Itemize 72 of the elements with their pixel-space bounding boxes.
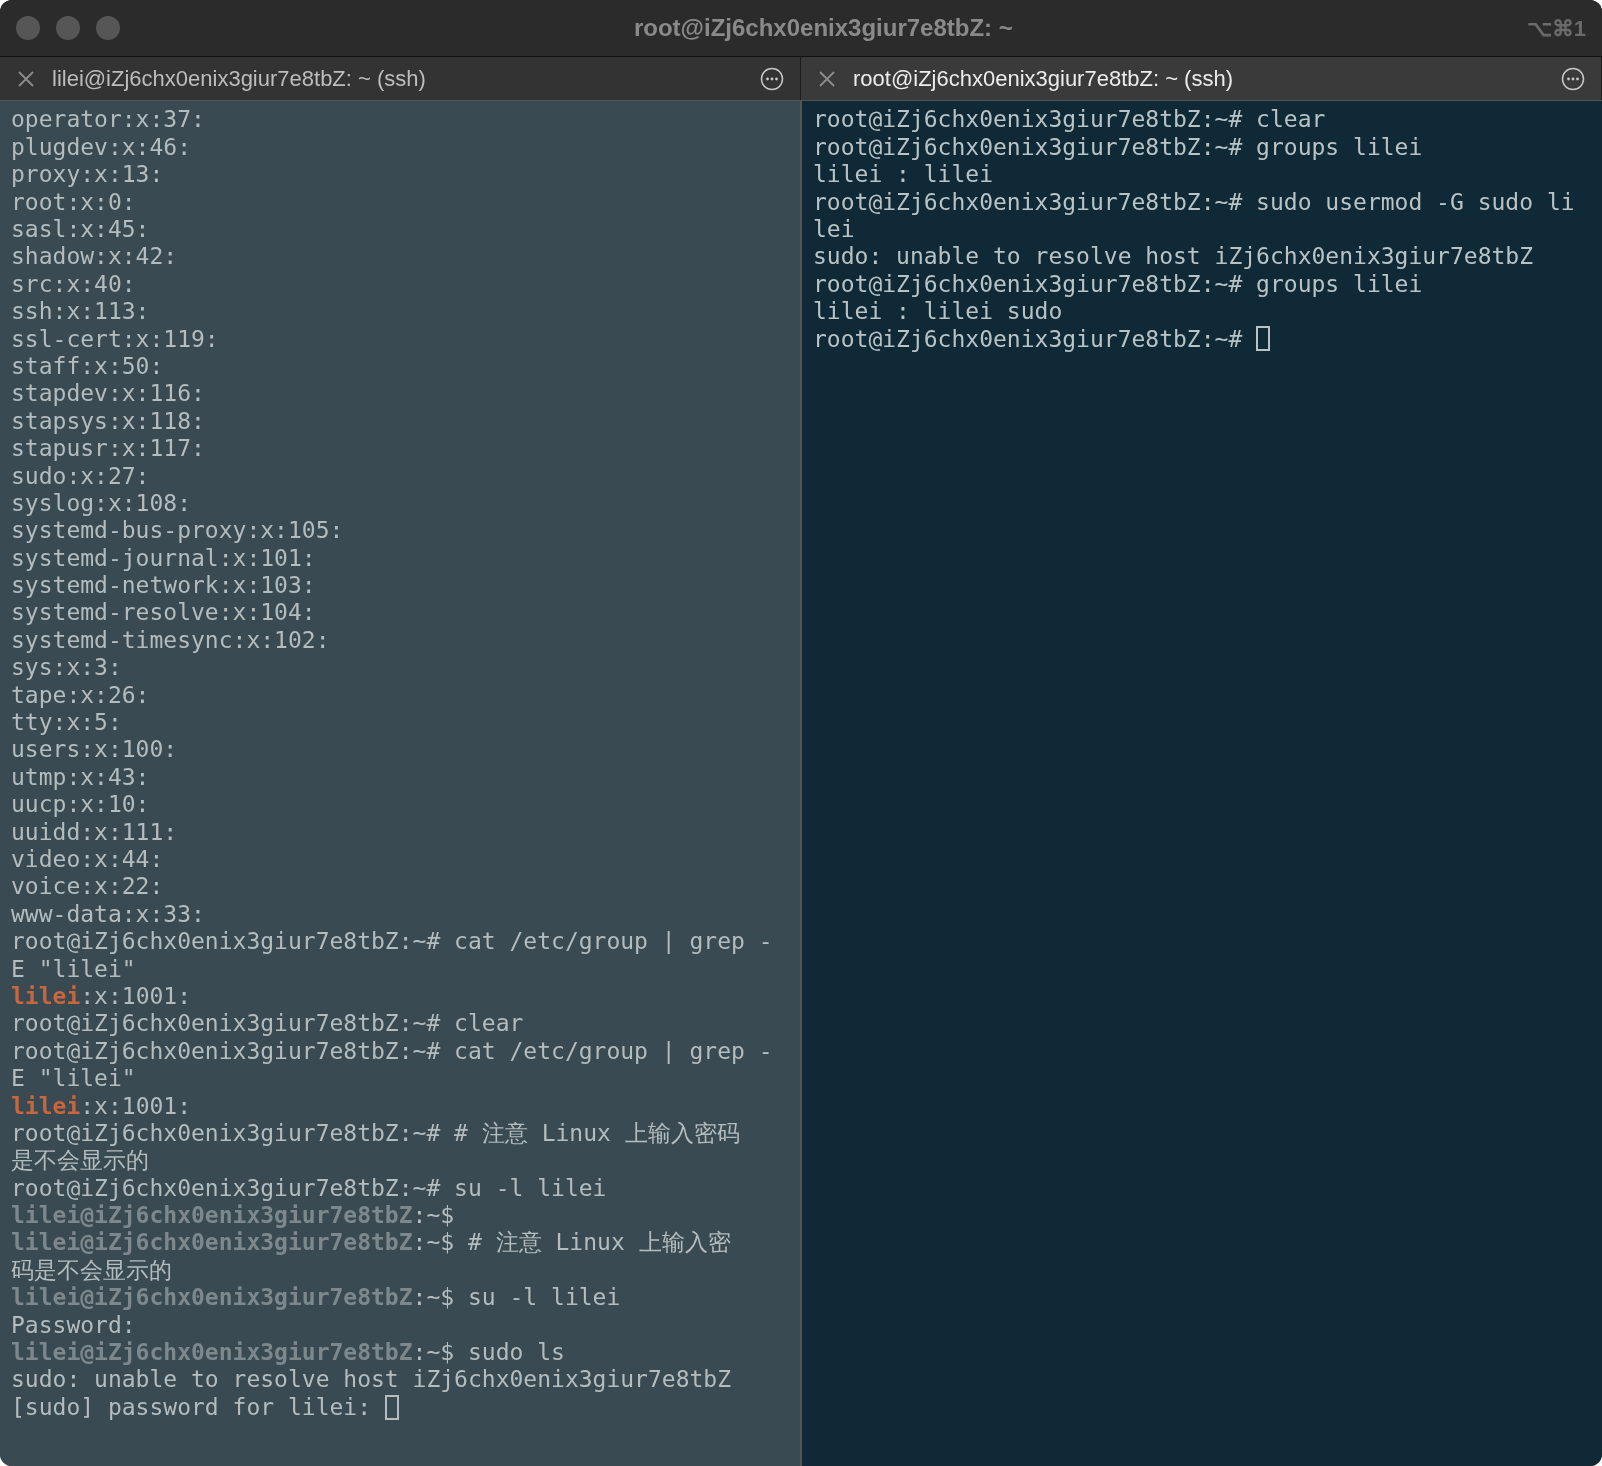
terminal-line: sudo: unable to resolve host iZj6chx0enix3giur7e8tbZ [11, 1365, 732, 1395]
terminal-line: lilei:x:1001: [11, 1091, 192, 1121]
window-zoom-button[interactable] [96, 16, 120, 40]
terminal-line: www-data:x:33: [11, 899, 205, 929]
terminal-line: root@iZj6chx0enix3giur7e8tbZ:~# cat /etc/group | grep - [11, 927, 773, 957]
terminal-line: users:x:100: [11, 735, 178, 765]
tab-label: lilei@iZj6chx0enix3giur7e8tbZ: ~ (ssh) [52, 65, 427, 93]
terminal-line: tape:x:26: [11, 680, 150, 710]
terminal-line: root@iZj6chx0enix3giur7e8tbZ:~# # 注意 Linux 上输入密码 [11, 1118, 740, 1148]
text-cursor [1256, 326, 1271, 352]
terminal-line: root@iZj6chx0enix3giur7e8tbZ:~# cat /etc/group | grep - [11, 1036, 773, 1066]
terminal-line: root@iZj6chx0enix3giur7e8tbZ:~# clear [11, 1009, 524, 1039]
terminal-line: systemd-network:x:103: [11, 571, 316, 601]
terminal-line: systemd-journal:x:101: [11, 543, 316, 573]
terminal-line: 码是不会显示的 [11, 1255, 172, 1285]
close-icon[interactable] [16, 68, 36, 89]
terminal-line: plugdev:x:46: [11, 132, 191, 162]
terminal-line: lilei : lilei [813, 160, 993, 190]
terminal-line: sudo:x:27: [11, 461, 150, 491]
terminal-line: operator:x:37: [11, 105, 205, 135]
terminal-line: Password: [11, 1310, 136, 1340]
terminal-line: sasl:x:45: [11, 215, 150, 244]
terminal-line: lilei@iZj6chx0enix3giur7e8tbZ:~$ # 注意 Linux 上输入密 [11, 1228, 731, 1258]
terminal-line: staff:x:50: [11, 351, 164, 381]
terminal-line: root:x:0: [11, 187, 136, 217]
window-minimize-button[interactable] [56, 16, 80, 40]
terminal-line: uuidd:x:111: [11, 817, 178, 847]
terminal-line: [sudo] password for lilei: [11, 1392, 373, 1422]
terminal-line: lilei@iZj6chx0enix3giur7e8tbZ:~$ sudo ls [11, 1338, 565, 1368]
terminal-line: tty:x:5: [11, 708, 122, 738]
terminal-line: stapdev:x:116: [11, 379, 205, 409]
more-icon[interactable] [1561, 66, 1585, 91]
terminal-line: lilei : lilei sudo [813, 297, 1063, 327]
more-icon[interactable] [760, 66, 784, 91]
terminal-line: lilei@iZj6chx0enix3giur7e8tbZ:~$ su -l lilei [11, 1283, 621, 1313]
terminal-line: src:x:40: [11, 269, 136, 299]
terminal-line: shadow:x:42: [11, 242, 178, 272]
terminal-line: voice:x:22: [11, 872, 164, 902]
terminal-line: lilei@iZj6chx0enix3giur7e8tbZ:~$ [11, 1201, 455, 1231]
terminal-line: E "lilei" [11, 1064, 136, 1094]
terminal-line: systemd-resolve:x:104: [11, 598, 316, 628]
terminal-line: systemd-bus-proxy:x:105: [11, 516, 344, 546]
terminal-line: lilei:x:1001: [11, 981, 192, 1011]
terminal-line: root@iZj6chx0enix3giur7e8tbZ:~# groups lilei [813, 132, 1423, 162]
tab-label: root@iZj6chx0enix3giur7e8tbZ: ~ (ssh) [853, 65, 1234, 93]
terminal-line: stapusr:x:117: [11, 434, 205, 464]
terminal-line: utmp:x:43: [11, 762, 150, 792]
close-icon[interactable] [817, 68, 837, 89]
terminal-line: ssh:x:113: [11, 297, 150, 327]
tab[interactable]: root@iZj6chx0enix3giur7e8tbZ: ~ (ssh) [801, 57, 1602, 100]
terminal-line: stapsys:x:118: [11, 406, 205, 436]
terminal-line: root@iZj6chx0enix3giur7e8tbZ:~# clear [813, 105, 1326, 135]
terminal-line: sys:x:3: [11, 653, 122, 683]
terminal-line: syslog:x:108: [11, 488, 191, 518]
terminal-line: uucp:x:10: [11, 790, 150, 820]
terminal-line: proxy:x:13: [11, 160, 164, 190]
terminal-line: E "lilei" [11, 954, 136, 984]
terminal-line: root@iZj6chx0enix3giur7e8tbZ:~# sudo usermod -G sudo li [813, 187, 1575, 217]
terminal-line: video:x:44: [11, 845, 164, 874]
window-title: root@iZj6chx0enix3giur7e8tbZ: ~ [633, 13, 1013, 43]
terminal-line: systemd-timesync:x:102: [11, 625, 330, 655]
terminal-line: root@iZj6chx0enix3giur7e8tbZ:~# groups lilei [813, 269, 1423, 299]
terminal-line: sudo: unable to resolve host iZj6chx0enix3giur7e8tbZ [813, 242, 1534, 272]
text-cursor [384, 1394, 399, 1420]
terminal-line: lei [813, 215, 855, 244]
terminal-line: ssl-cert:x:119: [11, 324, 219, 354]
terminal-line: 是不会显示的 [11, 1146, 149, 1176]
terminal-line: root@iZj6chx0enix3giur7e8tbZ:~# su -l lilei [11, 1173, 607, 1203]
tab[interactable]: lilei@iZj6chx0enix3giur7e8tbZ: ~ (ssh) [0, 57, 801, 100]
window-close-button[interactable] [16, 16, 40, 40]
terminal-line: root@iZj6chx0enix3giur7e8tbZ:~# [813, 324, 1244, 354]
shortcut-label: ⌥⌘1 [1526, 14, 1586, 43]
